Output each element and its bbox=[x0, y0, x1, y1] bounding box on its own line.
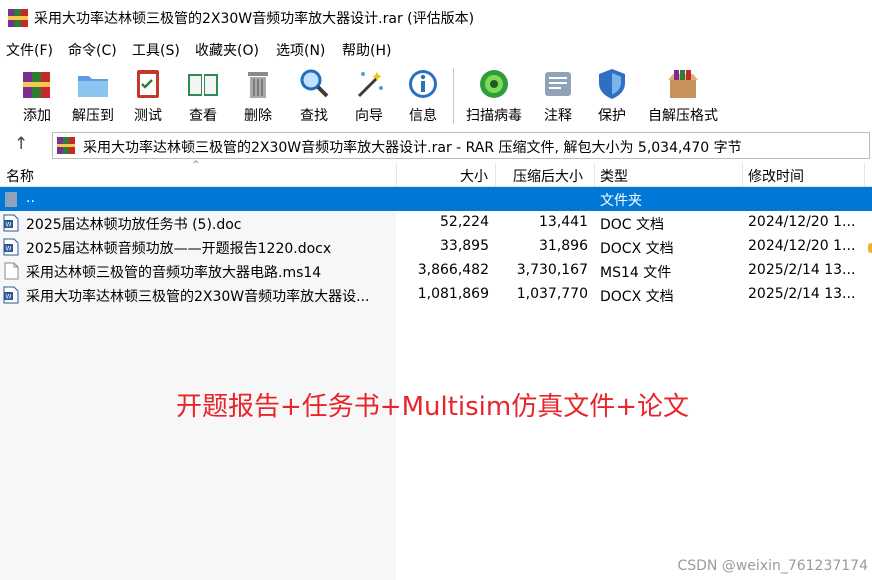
column-divider[interactable] bbox=[594, 163, 595, 187]
comment-note-icon bbox=[545, 72, 571, 96]
magic-wand-icon bbox=[357, 72, 383, 98]
window-title: 采用大功率达林顿三极管的2X30W音频功率放大器设计.rar (评估版本) bbox=[34, 11, 475, 27]
toolbar-separator bbox=[453, 68, 454, 124]
view-book-icon bbox=[188, 74, 218, 96]
edge-indicator bbox=[868, 243, 872, 253]
info-icon bbox=[409, 70, 437, 98]
magnifier-icon bbox=[300, 69, 329, 98]
toolbar: 添加 解压到 测试 查看 删除 查找 向导 信息 扫描病毒 注释 保护 自解压格… bbox=[0, 62, 872, 128]
delete-button[interactable]: 删除 bbox=[236, 66, 280, 126]
view-button[interactable]: 查看 bbox=[180, 66, 226, 126]
menu-tools[interactable]: 工具(S) bbox=[130, 39, 182, 61]
winrar-app-icon bbox=[8, 9, 28, 27]
menu-favorites[interactable]: 收藏夹(O) bbox=[193, 39, 261, 61]
folder-up-icon bbox=[5, 192, 17, 207]
wizard-button[interactable]: 向导 bbox=[348, 66, 390, 126]
address-bar: ↑ 采用大功率达林顿三极管的2X30W音频功率放大器设计.rar - RAR 压… bbox=[0, 130, 872, 162]
word-doc-icon: W bbox=[3, 238, 19, 256]
sfx-button[interactable]: 自解压格式 bbox=[644, 66, 722, 126]
column-modified[interactable]: 修改时间 bbox=[748, 166, 804, 186]
menu-options[interactable]: 选项(N) bbox=[274, 39, 327, 61]
address-field[interactable]: 采用大功率达林顿三极管的2X30W音频功率放大器设计.rar - RAR 压缩文… bbox=[52, 132, 870, 159]
shield-icon bbox=[599, 69, 625, 99]
archive-icon bbox=[57, 137, 75, 154]
column-name[interactable]: 名称 bbox=[6, 166, 34, 186]
address-text: 采用大功率达林顿三极管的2X30W音频功率放大器设计.rar - RAR 压缩文… bbox=[83, 140, 742, 156]
blank-file-icon bbox=[4, 262, 19, 280]
table-row[interactable]: W 2025届达林顿音频功放——开题报告1220.docx 33,895 31,… bbox=[0, 235, 872, 259]
info-button[interactable]: 信息 bbox=[402, 66, 444, 126]
sfx-box-icon bbox=[668, 70, 698, 98]
menu-file[interactable]: 文件(F) bbox=[4, 39, 55, 61]
column-divider[interactable] bbox=[742, 163, 743, 187]
sort-ascending-icon: ^ bbox=[192, 160, 200, 170]
table-row[interactable]: W 2025届达林顿功放任务书 (5).doc 52,224 13,441 DO… bbox=[0, 211, 872, 235]
column-packed-size[interactable]: 压缩后大小 bbox=[513, 166, 583, 186]
table-row[interactable]: .. 文件夹 bbox=[0, 187, 872, 211]
table-row[interactable]: 采用达林顿三极管的音频功率放大器电路.ms14 3,866,482 3,730,… bbox=[0, 259, 872, 283]
file-list-header: 名称 ^ 大小 压缩后大小 类型 修改时间 bbox=[0, 160, 872, 187]
trash-can-icon bbox=[248, 72, 268, 98]
table-row[interactable]: W 采用大功率达林顿三极管的2X30W音频功率放大器设... 1,081,869… bbox=[0, 283, 872, 307]
word-doc-icon: W bbox=[3, 286, 19, 304]
menu-bar: 文件(F) 命令(C) 工具(S) 收藏夹(O) 选项(N) 帮助(H) bbox=[0, 36, 872, 62]
find-button[interactable]: 查找 bbox=[292, 66, 336, 126]
scan-virus-button[interactable]: 扫描病毒 bbox=[462, 66, 526, 126]
extract-folder-icon bbox=[78, 76, 108, 97]
svg-text:W: W bbox=[6, 222, 12, 229]
column-divider[interactable] bbox=[495, 163, 496, 187]
test-clipboard-icon bbox=[137, 70, 159, 98]
file-list: .. 文件夹 W 2025届达林顿功放任务书 (5).doc 52,224 13… bbox=[0, 187, 872, 580]
word-doc-icon: W bbox=[3, 214, 19, 232]
virus-scan-icon bbox=[480, 70, 508, 98]
protect-button[interactable]: 保护 bbox=[592, 66, 632, 126]
title-bar: 采用大功率达林顿三极管的2X30W音频功率放大器设计.rar (评估版本) bbox=[0, 0, 872, 36]
column-type[interactable]: 类型 bbox=[600, 166, 628, 186]
add-button[interactable]: 添加 bbox=[14, 66, 60, 126]
test-button[interactable]: 测试 bbox=[128, 66, 168, 126]
annotation-text: 开题报告+任务书+Multisim仿真文件+论文 bbox=[176, 392, 690, 422]
watermark: CSDN @weixin_761237174 bbox=[677, 558, 868, 574]
column-size[interactable]: 大小 bbox=[460, 166, 488, 186]
comment-button[interactable]: 注释 bbox=[538, 66, 578, 126]
svg-text:W: W bbox=[6, 246, 12, 253]
menu-commands[interactable]: 命令(C) bbox=[66, 39, 119, 61]
add-archive-icon bbox=[23, 72, 50, 98]
menu-help[interactable]: 帮助(H) bbox=[340, 39, 393, 61]
svg-text:W: W bbox=[6, 294, 12, 301]
column-divider[interactable] bbox=[864, 163, 865, 187]
column-divider[interactable] bbox=[396, 163, 397, 187]
up-one-level-icon[interactable]: ↑ bbox=[14, 134, 28, 154]
extract-to-button[interactable]: 解压到 bbox=[68, 66, 118, 126]
